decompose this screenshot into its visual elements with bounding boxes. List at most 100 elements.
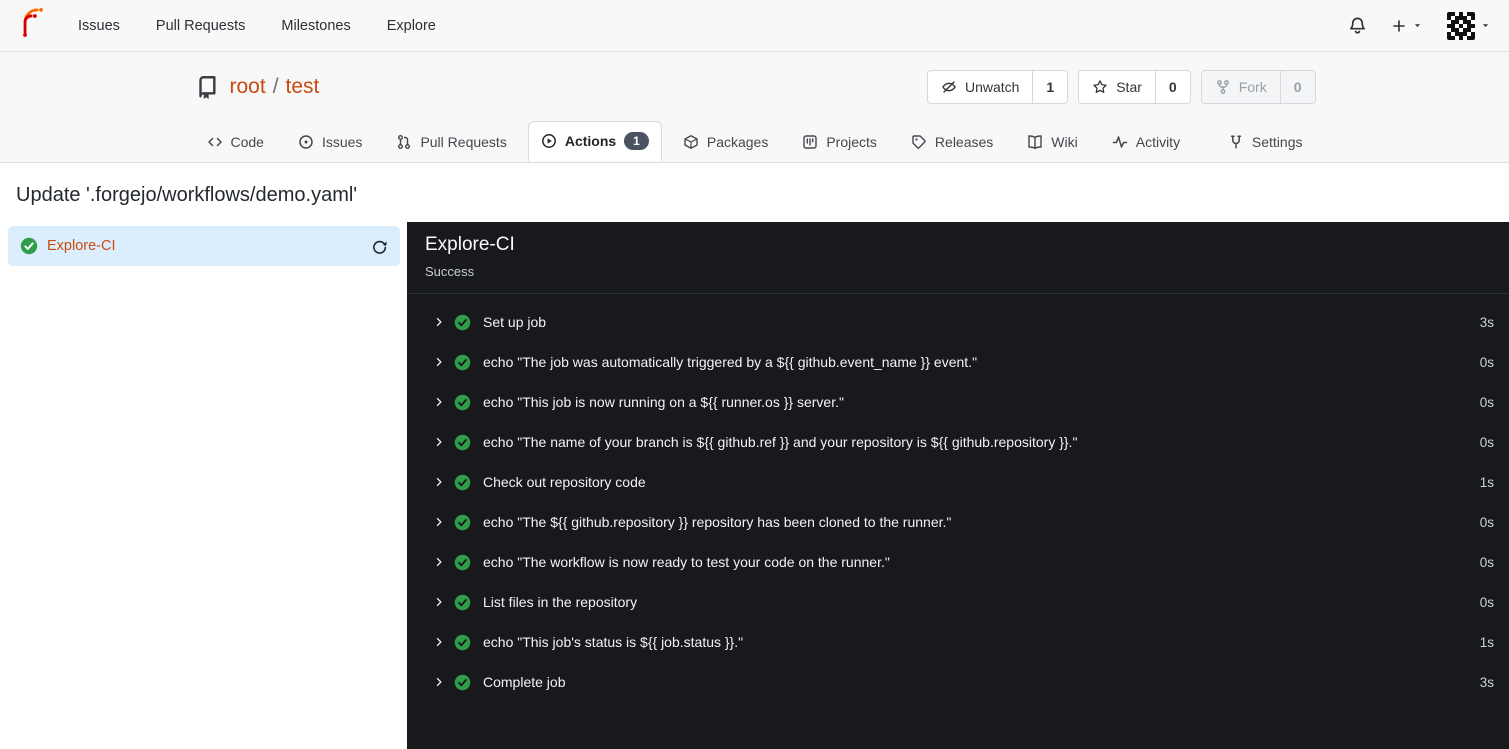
repo-tab-bar: Code Issues Pull Requests Actions 1 Pack… [194,121,1316,161]
step-row-echo-status[interactable]: echo "This job's status is ${{ job.statu… [407,622,1509,662]
step-duration: 1s [1479,474,1494,490]
step-success-icon [454,634,471,651]
step-row-echo-ready[interactable]: echo "The workflow is now ready to test … [407,542,1509,582]
step-row-list-files[interactable]: List files in the repository 0s [407,582,1509,622]
tab-code[interactable]: Code [194,123,277,161]
play-circle-icon [541,133,557,149]
job-status: Success [425,264,475,279]
step-row-echo-running[interactable]: echo "This job is now running on a ${{ r… [407,382,1509,422]
tab-pull-requests-label: Pull Requests [420,134,507,150]
step-duration: 0s [1479,514,1494,530]
step-name: Complete job [483,674,566,690]
step-duration: 0s [1479,394,1494,410]
chevron-right-icon [433,436,445,448]
pull-request-icon [396,134,412,150]
repo-header: root / test Unwatch 1 Star 0 Fork 0 Code… [0,52,1509,163]
jobs-sidebar: Explore-CI [0,222,407,749]
tab-projects[interactable]: Projects [789,123,890,161]
rerun-job-button[interactable] [371,238,388,255]
tab-wiki-label: Wiki [1051,134,1078,150]
step-duration: 3s [1479,314,1494,330]
tab-projects-label: Projects [826,134,877,150]
step-name: echo "The workflow is now ready to test … [483,554,890,570]
step-success-icon [454,394,471,411]
step-success-icon [454,594,471,611]
step-success-icon [454,474,471,491]
step-duration: 1s [1479,634,1494,650]
page-title: Update '.forgejo/workflows/demo.yaml' [16,184,358,206]
job-item-explore-ci[interactable]: Explore-CI [8,226,400,266]
tab-actions[interactable]: Actions 1 [527,121,662,161]
step-row-complete[interactable]: Complete job 3s [407,662,1509,702]
fork-label: Fork [1238,79,1267,95]
plus-icon [1391,18,1407,34]
navbar-item-milestones[interactable]: Milestones [263,18,368,34]
tab-issues[interactable]: Issues [285,123,375,161]
step-row-echo-cloned[interactable]: echo "The ${{ github.repository }} repos… [407,502,1509,542]
notifications-bell-icon[interactable] [1348,16,1367,35]
repo-action-buttons: Unwatch 1 Star 0 Fork 0 [926,70,1316,104]
star-button[interactable]: Star 0 [1078,70,1191,104]
step-duration: 0s [1479,554,1494,570]
avatar [1447,11,1475,40]
tab-activity[interactable]: Activity [1099,123,1193,161]
watch-count[interactable]: 1 [1032,71,1067,103]
wrench-icon [1228,134,1244,150]
step-success-icon [454,554,471,571]
caret-down-icon [1412,20,1423,31]
tab-packages[interactable]: Packages [670,123,781,161]
step-success-icon [454,674,471,691]
forgejo-logo-icon[interactable] [18,8,48,43]
unwatch-button[interactable]: Unwatch 1 [926,70,1069,104]
user-menu-dropdown[interactable] [1447,11,1491,40]
repo-owner-link[interactable]: root [230,75,266,99]
actions-count-badge: 1 [624,132,649,150]
workflow-run-layout: Explore-CI Explore-CI Success Set up job… [0,222,1509,749]
refresh-icon [371,238,388,255]
chevron-right-icon [433,516,445,528]
job-log-header: Explore-CI Success [407,222,1509,294]
book-icon [1027,134,1043,150]
star-count[interactable]: 0 [1154,71,1190,103]
chevron-right-icon [433,476,445,488]
issue-circle-icon [298,134,314,150]
repo-name-link[interactable]: test [286,75,320,99]
fork-count: 0 [1279,71,1315,103]
tab-releases[interactable]: Releases [898,123,1006,161]
step-duration: 0s [1479,354,1494,370]
fork-button: Fork 0 [1200,70,1316,104]
tab-wiki[interactable]: Wiki [1014,123,1090,161]
tag-icon [911,134,927,150]
tab-issues-label: Issues [321,134,363,150]
tab-pull-requests[interactable]: Pull Requests [383,123,519,161]
eye-slash-icon [941,79,957,95]
step-success-icon [454,354,471,371]
create-new-dropdown[interactable] [1391,18,1423,34]
chevron-right-icon [433,396,445,408]
tab-settings-label: Settings [1251,134,1303,150]
step-duration: 0s [1479,434,1494,450]
step-name: List files in the repository [483,594,638,610]
step-row-checkout[interactable]: Check out repository code 1s [407,462,1509,502]
step-name: echo "This job's status is ${{ job.statu… [483,634,744,650]
step-name: Check out repository code [483,474,646,490]
code-icon [207,134,223,150]
step-name: echo "The name of your branch is ${{ git… [483,434,1078,450]
chevron-right-icon [433,636,445,648]
tab-code-label: Code [230,134,264,150]
package-icon [683,134,699,150]
top-navbar: Issues Pull Requests Milestones Explore [0,0,1509,52]
navbar-item-explore[interactable]: Explore [369,18,454,34]
navbar-item-pull-requests[interactable]: Pull Requests [138,18,263,34]
chevron-right-icon [433,316,445,328]
tab-settings[interactable]: Settings [1215,123,1316,161]
step-success-icon [454,314,471,331]
unwatch-label: Unwatch [964,79,1020,95]
star-icon [1092,79,1108,95]
step-row-echo-triggered[interactable]: echo "The job was automatically triggere… [407,342,1509,382]
navbar-item-issues[interactable]: Issues [60,18,138,34]
step-row-setup[interactable]: Set up job 3s [407,302,1509,342]
pulse-icon [1112,134,1128,150]
star-label: Star [1116,79,1142,95]
step-row-echo-branch[interactable]: echo "The name of your branch is ${{ git… [407,422,1509,462]
